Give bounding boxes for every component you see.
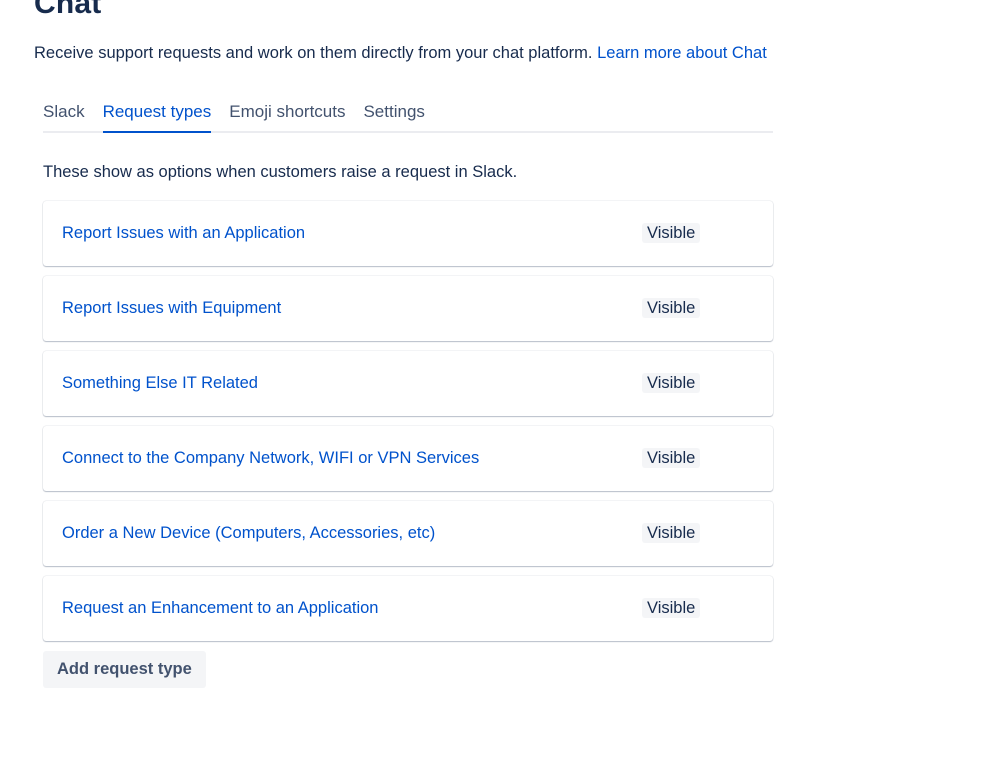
tab-bar: Slack Request types Emoji shortcuts Sett… [43,100,773,133]
visibility-lozenge: Visible [642,373,701,393]
tab-settings[interactable]: Settings [363,100,424,129]
request-type-name[interactable]: Report Issues with an Application [62,223,305,243]
visibility-lozenge: Visible [642,448,701,468]
request-type-card[interactable]: Connect to the Company Network, WIFI or … [43,426,773,491]
request-type-name[interactable]: Report Issues with Equipment [62,298,281,318]
request-type-card[interactable]: Order a New Device (Computers, Accessori… [43,501,773,566]
page-title: Chat [34,0,102,20]
tab-emoji-shortcuts[interactable]: Emoji shortcuts [229,100,345,129]
request-type-name[interactable]: Order a New Device (Computers, Accessori… [62,523,435,543]
visibility-lozenge: Visible [642,523,701,543]
add-request-type-button[interactable]: Add request type [43,651,206,688]
request-type-card[interactable]: Report Issues with Equipment Visible [43,276,773,341]
visibility-lozenge: Visible [642,298,701,318]
tab-slack[interactable]: Slack [43,100,85,129]
request-type-card[interactable]: Request an Enhancement to an Application… [43,576,773,641]
request-type-list: Report Issues with an Application Visibl… [43,201,773,651]
request-type-name[interactable]: Request an Enhancement to an Application [62,598,378,618]
learn-more-link[interactable]: Learn more about Chat [597,44,767,62]
request-type-name[interactable]: Connect to the Company Network, WIFI or … [62,448,479,468]
tab-request-types[interactable]: Request types [102,100,211,133]
visibility-lozenge: Visible [642,223,701,243]
request-types-intro: These show as options when customers rai… [43,163,518,181]
request-type-name[interactable]: Something Else IT Related [62,373,258,393]
page-description: Receive support requests and work on the… [34,43,767,63]
request-type-card[interactable]: Something Else IT Related Visible [43,351,773,416]
page-description-text: Receive support requests and work on the… [34,44,593,62]
request-type-card[interactable]: Report Issues with an Application Visibl… [43,201,773,266]
visibility-lozenge: Visible [642,598,701,618]
